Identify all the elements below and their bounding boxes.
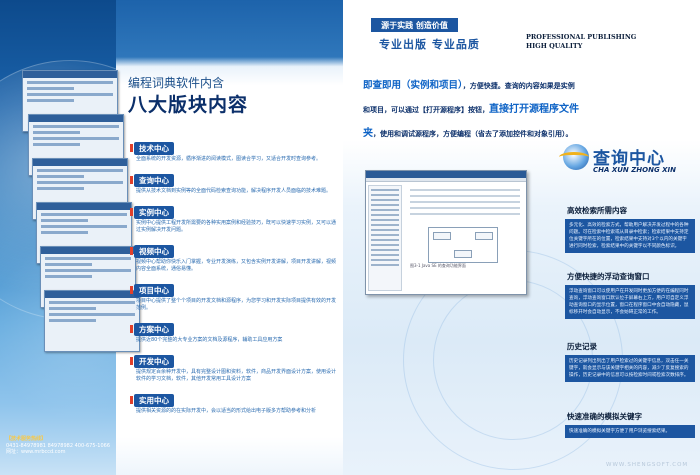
website-link[interactable]: 网址：www.mrbccd.com: [6, 449, 116, 456]
right-panel: 源于实践 创造价值 专业出版 专业品质 PROFESSIONAL PUBLISH…: [343, 0, 700, 475]
intro-text: ，方便快捷。查询的内容如果是实例: [462, 82, 575, 90]
section-project: 项目中心 项目中心提供了整个个项目的开发文档和源程序，为您学习和开发实际项目提供有…: [130, 278, 340, 312]
screenshot-sidebar: [368, 185, 402, 291]
section-tag: 实用中心: [130, 394, 174, 407]
feature-body: 浮动查询窗口可以使用户在开发同时更加方便的在编程同时查询，浮动查询窗口默认位于屏…: [565, 285, 695, 319]
screenshot-document: [406, 185, 524, 291]
contact-info: 【技术服务热线】 0431-84978981 84978982 400-675-…: [6, 436, 116, 456]
feature-title: 高效检索所需内容: [567, 206, 627, 215]
section-body: 视频中心帮助你快乐入门掌握，专业开发演练，又包含实例开发讲解，项目开发讲解，视频…: [136, 259, 337, 272]
intro-text: ，使用和调试源程序，方便编程（省去了添加控件和对象引用）。: [373, 130, 573, 138]
feature-title: 方便快捷的浮动查询窗口: [567, 272, 650, 281]
feature-item: 高效检索所需内容 多元化、高效的检索方式，帮助用户解决开发过程中的各种问题。可在…: [565, 205, 695, 253]
app-screenshot: [44, 290, 140, 352]
feature-item: 快速准确的模拟关键字 快速准确的模拟关键字方便了用户浏览搜索结果。: [565, 411, 695, 438]
section-body: 提供从技术文档到实例等的全面代码检索查询功能，解决程序开发人员面临的技术难题。: [136, 188, 332, 194]
section-body: 全面系统的开发资源，循序渐进的阅读模式，图读合学习，又适合开发时查询参考。: [136, 156, 322, 162]
intro-text: 和项目，可以通过【打开源程序】按钮，: [363, 106, 489, 114]
screenshot-caption: 图3-1 Java SE 的查询功能界面: [410, 263, 466, 268]
intro-keyword: 夹: [363, 128, 373, 139]
section-tag: 实例中心: [130, 206, 174, 219]
section-body: 提供近80个完整的大专业方案的文档及源程序，辅助工具应用方案: [136, 337, 283, 343]
section-solution: 方案中心 提供近80个完整的大专业方案的文档及源程序，辅助工具应用方案: [130, 317, 340, 344]
section-body: 提供相关资源的的在实际开发中，会以适当的形式给出电子版多方帮助参考和分析: [136, 408, 317, 414]
section-body: 项目中心提供了整个个项目的开发文档和源程序，为您学习和开发实际项目提供有效的开发…: [136, 298, 337, 311]
intro-paragraph: 即查即用（实例和项目），方便快捷。查询的内容如果是实例 和项目，可以通过【打开源…: [363, 74, 693, 146]
left-panel: 编程词典软件内含 八大版块内容 技术中心 全面系统的开发资源，循序渐进的阅读模式，…: [0, 0, 343, 475]
section-video: 视频中心 视频中心帮助你快乐入门掌握，专业开发演练，又包含实例开发讲解，项目开发讲…: [130, 239, 340, 273]
section-tag: 视频中心: [130, 245, 174, 258]
query-center-logo: 查询中心 CHA XUN ZHONG XIN: [559, 140, 693, 200]
feature-body: 历史记录列出列出了用户检索过的关键字信息，双击任一关键字，就会显示与该关键字相关…: [565, 355, 695, 382]
section-tag: 技术中心: [130, 142, 174, 155]
query-screenshot: 图3-1 Java SE 的查询功能界面: [365, 170, 527, 295]
headline-title: 八大版块内容: [128, 94, 249, 116]
module-sections: 技术中心 全面系统的开发资源，循序渐进的阅读模式，图读合学习，又适合开发时查询参考…: [130, 136, 340, 420]
feature-title: 历史记录: [567, 342, 597, 351]
section-body: 实例中心提供工程开发所需要的各种实用案例和经验技巧，既可以快速学习实例，又可以通…: [136, 220, 337, 233]
quality-english-line: HIGH QUALITY: [526, 42, 583, 50]
swoosh-icon: [559, 152, 589, 162]
quality-slogan: 专业出版 专业品质: [379, 38, 480, 51]
section-utility: 实用中心 提供相关资源的的在实际开发中，会以适当的形式给出电子版多方帮助参考和分析: [130, 388, 340, 415]
headline-subtitle: 编程词典软件内含: [128, 76, 225, 90]
diagram-box: [428, 227, 498, 263]
feature-body: 快速准确的模拟关键字方便了用户浏览搜索结果。: [565, 425, 695, 438]
intro-emphasis: 即查即用（实例和项目）: [363, 80, 463, 91]
logo-subtitle: CHA XUN ZHONG XIN: [593, 166, 677, 174]
feature-title: 快速准确的模拟关键字: [567, 412, 642, 421]
slogan-badge: 源于实践 创造价值: [371, 18, 458, 32]
intro-keyword: 直接打开源程序文件: [489, 104, 579, 115]
quality-english: PROFESSIONAL PUBLISHING HIGH QUALITY: [526, 33, 636, 51]
screenshot-stack: [22, 70, 140, 390]
section-tag: 查询中心: [130, 174, 174, 187]
section-tag: 项目中心: [130, 284, 174, 297]
section-examples: 实例中心 实例中心提供工程开发所需要的各种实用案例和经验技巧，既可以快速学习实例，…: [130, 200, 340, 234]
site-watermark: WWW.SHENGSOFT.COM: [606, 462, 689, 468]
section-query: 查询中心 提供从技术文档到实例等的全面代码检索查询功能，解决程序开发人员面临的技术…: [130, 168, 340, 195]
feature-body: 多元化、高效的检索方式，帮助用户解决开发过程中的各种问题。可在检索中检索或从目录…: [565, 219, 695, 253]
quality-english-line: PROFESSIONAL PUBLISHING: [526, 33, 637, 41]
feature-item: 历史记录 历史记录列出列出了用户检索过的关键字信息，双击任一关键字，就会显示与该…: [565, 341, 695, 382]
section-tag: 方案中心: [130, 323, 174, 336]
section-tech: 技术中心 全面系统的开发资源，循序渐进的阅读模式，图读合学习，又适合开发时查询参考…: [130, 136, 340, 163]
section-dev: 开发中心 提供规定百余种开发中，具有完整设计图和资料，软件，商品开发界面设计方案，…: [130, 349, 340, 383]
feature-item: 方便快捷的浮动查询窗口 浮动查询窗口可以使用户在开发同时更加方便的在编程同时查询…: [565, 271, 695, 319]
section-tag: 开发中心: [130, 355, 174, 368]
section-body: 提供规定百余种开发中，具有完整设计图和资料，软件，商品开发界面设计方案，使用设计…: [136, 369, 337, 382]
